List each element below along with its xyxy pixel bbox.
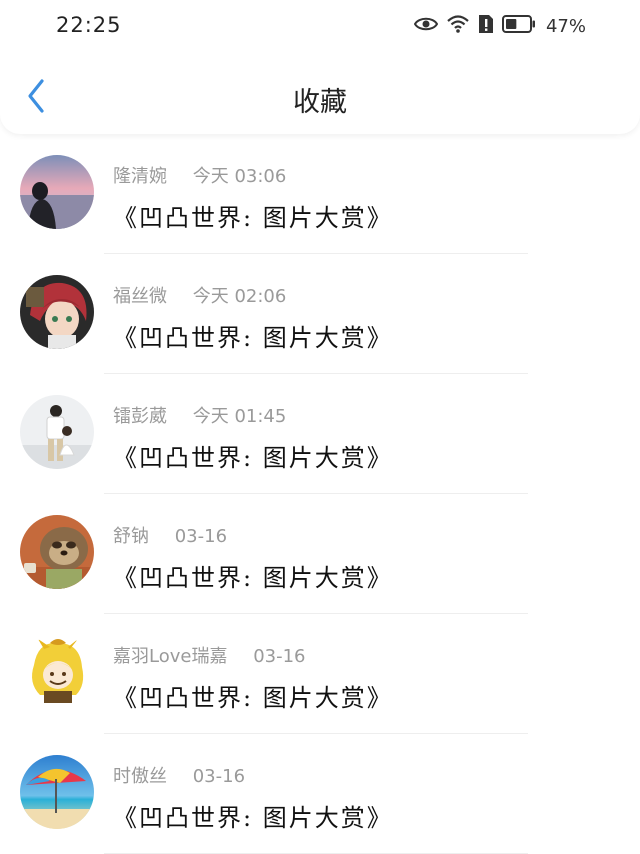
item-title[interactable]: 《凹凸世界: 图片大赏》 [113,678,393,713]
avatar[interactable] [20,635,94,709]
sim-alert-icon [478,14,494,38]
status-icons: 47% [413,14,586,38]
item-title[interactable]: 《凹凸世界: 图片大赏》 [113,198,393,233]
item-meta: 时傲丝 03-16 [113,762,245,788]
item-meta: 嘉羽Love瑞嘉 03-16 [113,642,306,668]
status-bar: 22:25 47% [0,0,640,52]
avatar[interactable] [20,275,94,349]
item-time: 03-16 [192,766,246,787]
favorites-list: 隆清婉 今天 03:06 《凹凸世界: 图片大赏》 福丝微 今天 02:06 《… [0,134,640,854]
item-title[interactable]: 《凹凸世界: 图片大赏》 [113,438,393,473]
list-item[interactable]: 镭彭葳 今天 01:45 《凹凸世界: 图片大赏》 [0,374,640,494]
battery-percent: 47% [545,15,586,37]
item-meta: 福丝微 今天 02:06 [113,282,286,308]
status-time: 22:25 [56,13,122,37]
item-meta: 舒钠 03-16 [113,522,227,548]
item-time: 今天 01:45 [192,406,287,427]
battery-icon [501,15,536,37]
item-time: 今天 02:06 [192,286,287,307]
avatar[interactable] [20,755,94,829]
list-item[interactable]: 舒钠 03-16 《凹凸世界: 图片大赏》 [0,494,640,614]
author-name: 福丝微 [113,286,167,307]
list-item[interactable]: 时傲丝 03-16 《凹凸世界: 图片大赏》 [0,734,640,854]
author-name: 隆清婉 [113,166,167,187]
page-title: 收藏 [293,87,347,118]
author-name: 镭彭葳 [113,406,167,427]
item-title[interactable]: 《凹凸世界: 图片大赏》 [113,798,393,833]
author-name: 嘉羽Love瑞嘉 [113,646,228,667]
item-title[interactable]: 《凹凸世界: 图片大赏》 [113,318,393,353]
list-item[interactable]: 嘉羽Love瑞嘉 03-16 《凹凸世界: 图片大赏》 [0,614,640,734]
author-name: 舒钠 [113,526,149,547]
avatar[interactable] [20,155,94,229]
item-time: 今天 03:06 [192,166,287,187]
item-time: 03-16 [253,646,306,667]
avatar[interactable] [20,395,94,469]
list-item[interactable]: 隆清婉 今天 03:06 《凹凸世界: 图片大赏》 [0,134,640,254]
item-meta: 隆清婉 今天 03:06 [113,162,286,188]
author-name: 时傲丝 [113,766,167,787]
item-title[interactable]: 《凹凸世界: 图片大赏》 [113,558,393,593]
eye-icon [413,16,439,36]
wifi-icon [446,14,470,38]
item-time: 03-16 [174,526,228,547]
list-item[interactable]: 福丝微 今天 02:06 《凹凸世界: 图片大赏》 [0,254,640,374]
header-panel: 22:25 47% 收藏 [0,0,640,134]
item-meta: 镭彭葳 今天 01:45 [113,402,286,428]
avatar[interactable] [20,515,94,589]
nav-bar: 收藏 [0,62,640,134]
